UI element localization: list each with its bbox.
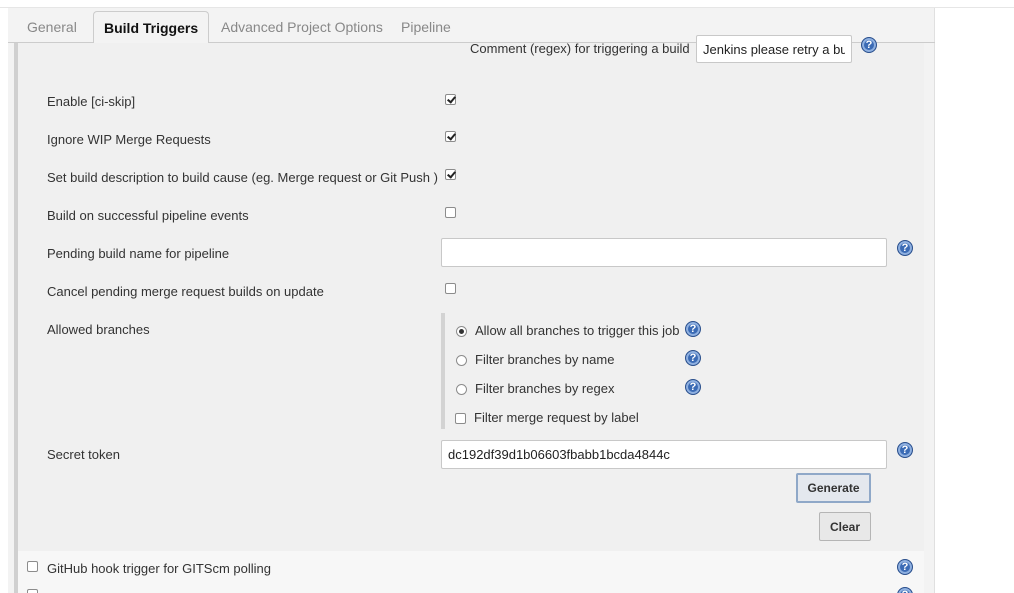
filter-by-label-checkbox[interactable] — [455, 413, 466, 424]
pending-build-name-help-icon[interactable]: ? — [897, 240, 913, 256]
pending-build-name-input[interactable] — [441, 238, 887, 267]
filter-by-regex-label: Filter branches by regex — [475, 381, 615, 396]
secret-token-help-icon[interactable]: ? — [897, 442, 913, 458]
radio-allow-all-branches[interactable] — [456, 326, 467, 337]
ci-skip-label: Enable [ci-skip] — [47, 94, 136, 109]
comment-regex-input[interactable] — [696, 35, 852, 63]
github-hook-label: GitHub hook trigger for GITScm polling — [47, 561, 271, 576]
tab-pipeline[interactable]: Pipeline — [391, 11, 461, 43]
tab-general[interactable]: General — [17, 11, 87, 43]
radio-filter-by-regex[interactable] — [456, 384, 467, 395]
allow-all-branches-label: Allow all branches to trigger this job — [475, 323, 680, 338]
generate-button[interactable]: Generate — [796, 473, 871, 503]
github-hook-help-icon[interactable]: ? — [897, 559, 913, 575]
ci-skip-checkbox[interactable] — [445, 94, 456, 105]
secret-token-label: Secret token — [47, 447, 120, 462]
ignore-wip-checkbox[interactable] — [445, 131, 456, 142]
next-trigger-checkbox[interactable] — [27, 589, 38, 593]
allowed-branches-group-bar — [441, 313, 445, 429]
filter-by-label-label: Filter merge request by label — [474, 410, 639, 425]
top-strip — [0, 0, 1014, 8]
radio-filter-by-name[interactable] — [456, 355, 467, 366]
tab-advanced-project-options[interactable]: Advanced Project Options — [211, 11, 393, 43]
set-description-label: Set build description to build cause (eg… — [47, 170, 438, 185]
comment-regex-help-icon[interactable]: ? — [861, 37, 877, 53]
github-hook-checkbox[interactable] — [27, 561, 38, 572]
pending-build-name-label: Pending build name for pipeline — [47, 246, 230, 261]
comment-regex-label: Comment (regex) for triggering a build — [470, 41, 690, 56]
pipeline-events-checkbox[interactable] — [445, 207, 456, 218]
cancel-pending-label: Cancel pending merge request builds on u… — [47, 284, 324, 299]
section-indent-bar — [14, 43, 18, 593]
secret-token-input[interactable] — [441, 440, 887, 469]
filter-by-name-label: Filter branches by name — [475, 352, 615, 367]
tab-build-triggers[interactable]: Build Triggers — [93, 11, 210, 44]
set-description-checkbox[interactable] — [445, 169, 456, 180]
allow-all-branches-help-icon[interactable]: ? — [685, 321, 701, 337]
ignore-wip-label: Ignore WIP Merge Requests — [47, 132, 211, 147]
clear-button[interactable]: Clear — [819, 512, 871, 541]
allowed-branches-label: Allowed branches — [47, 322, 150, 337]
pipeline-events-label: Build on successful pipeline events — [47, 208, 249, 223]
filter-by-name-help-icon[interactable]: ? — [685, 350, 701, 366]
cancel-pending-checkbox[interactable] — [445, 283, 456, 294]
filter-by-regex-help-icon[interactable]: ? — [685, 379, 701, 395]
